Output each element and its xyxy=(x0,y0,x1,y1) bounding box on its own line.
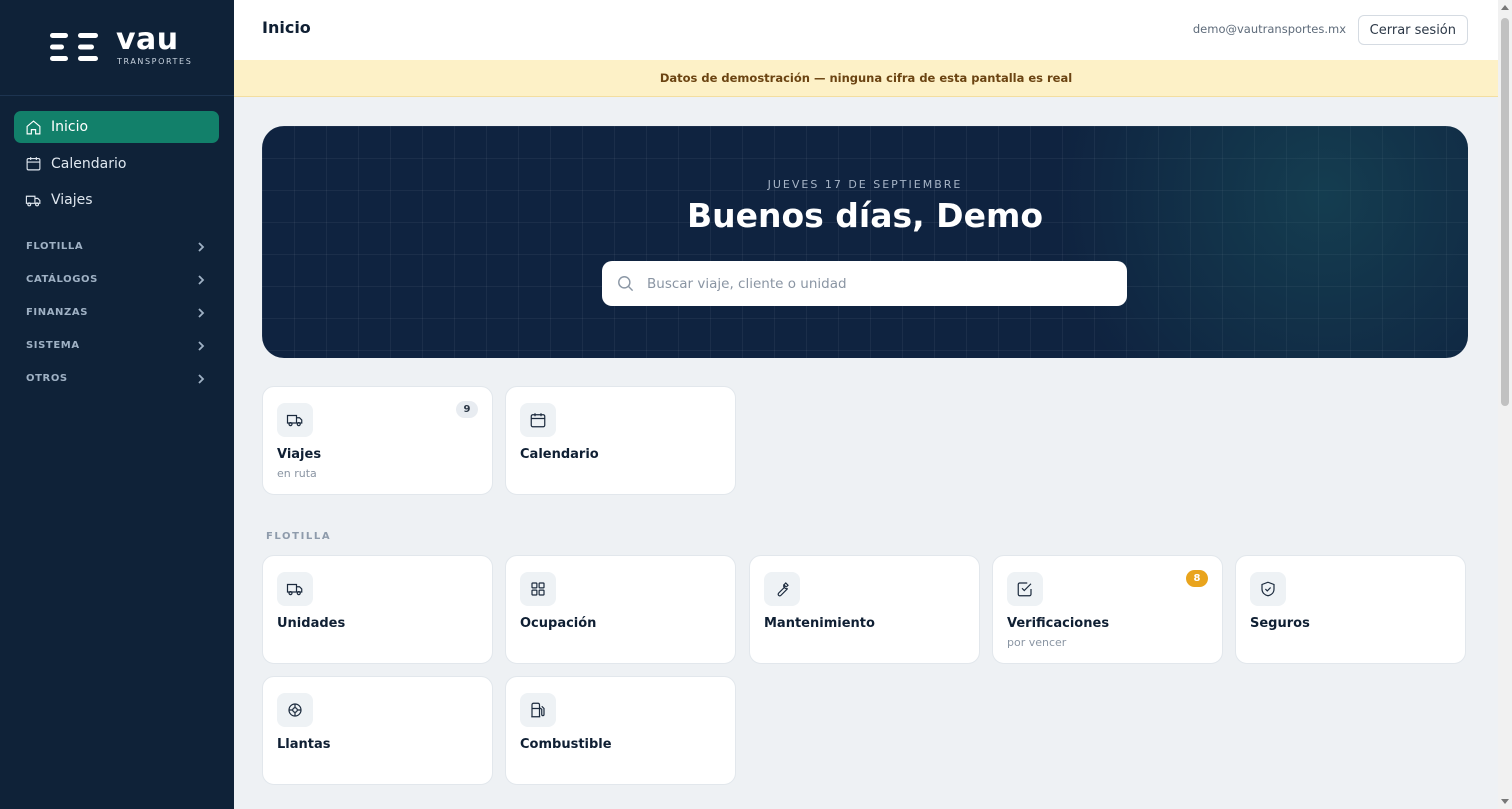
card-icon-wrap xyxy=(277,403,313,437)
sidebar-item-calendario[interactable]: Calendario xyxy=(14,148,219,180)
search-input[interactable] xyxy=(647,275,1087,292)
demo-banner: Datos de demostración — ninguna cifra de… xyxy=(234,60,1498,97)
chevron-right-icon xyxy=(198,241,205,252)
grid-icon xyxy=(531,582,545,596)
sidebar-nav: Inicio Calendario Viajes xyxy=(14,111,219,221)
wrench-icon xyxy=(777,582,789,597)
card-title: Mantenimiento xyxy=(764,616,875,631)
card-icon-wrap xyxy=(520,403,556,437)
hero-greeting: Buenos días, Demo xyxy=(686,196,1044,235)
tire-icon xyxy=(288,703,302,717)
card-subtitle: por vencer xyxy=(1007,636,1067,649)
search-icon xyxy=(618,276,634,292)
chevron-right-icon xyxy=(198,340,205,351)
top-header: Inicio demo@vautransportes.mx Cerrar ses… xyxy=(234,0,1498,60)
card-title: Verificaciones xyxy=(1007,616,1110,631)
sidebar: vau TRANSPORTES Inicio Calendario Viajes… xyxy=(0,0,234,809)
home-icon xyxy=(26,119,41,134)
sidebar-group-label: CATÁLOGOS xyxy=(26,274,98,285)
chevron-right-icon xyxy=(198,373,205,384)
logo[interactable]: vau TRANSPORTES xyxy=(0,0,234,96)
page-scrollbar[interactable] xyxy=(1498,0,1512,809)
shield-icon xyxy=(1261,581,1275,597)
scrollbar-thumb[interactable] xyxy=(1501,18,1509,406)
sidebar-item-viajes[interactable]: Viajes xyxy=(14,184,219,216)
chevron-right-icon xyxy=(198,307,205,318)
card-icon-wrap xyxy=(520,693,556,727)
sidebar-group-finanzas[interactable]: FINANZAS xyxy=(0,296,234,329)
card-icon-wrap xyxy=(1007,572,1043,606)
calendar-icon xyxy=(530,413,546,428)
card-icon-wrap xyxy=(277,693,313,727)
brand-name: vau xyxy=(116,22,179,57)
card-icon-wrap xyxy=(1250,572,1286,606)
card-title: Combustible xyxy=(520,737,612,752)
card-title: Llantas xyxy=(277,737,331,752)
card-calendario[interactable]: Calendario xyxy=(505,386,736,495)
truck-icon xyxy=(286,583,303,596)
sidebar-group-label: OTROS xyxy=(26,373,68,384)
hero-date: JUEVES 17 DE SEPTIEMBRE xyxy=(767,178,963,191)
card-icon-wrap xyxy=(277,572,313,606)
demo-banner-text: Datos de demostración — ninguna cifra de… xyxy=(659,71,1073,85)
card-icon-wrap xyxy=(764,572,800,606)
calendar-icon xyxy=(26,157,41,171)
sidebar-item-label: Viajes xyxy=(51,192,93,208)
fuel-icon xyxy=(531,702,545,718)
sidebar-group-catalogos[interactable]: CATÁLOGOS xyxy=(0,263,234,296)
card-verificaciones[interactable]: 8 Verificaciones por vencer xyxy=(992,555,1223,664)
chevron-right-icon xyxy=(198,274,205,285)
card-icon-wrap xyxy=(520,572,556,606)
card-title: Viajes xyxy=(277,447,322,462)
sidebar-group-label: FINANZAS xyxy=(26,307,89,318)
card-title: Seguros xyxy=(1250,616,1310,631)
sidebar-group-label: FLOTILLA xyxy=(26,241,84,252)
card-llantas[interactable]: Llantas xyxy=(262,676,493,785)
scroll-up-arrow-icon[interactable] xyxy=(1501,5,1509,10)
sidebar-item-inicio[interactable]: Inicio xyxy=(14,111,219,143)
search-box[interactable] xyxy=(602,261,1127,306)
sidebar-group-label: SISTEMA xyxy=(26,340,80,351)
card-mantenimiento[interactable]: Mantenimiento xyxy=(749,555,980,664)
truck-icon xyxy=(25,195,41,206)
sidebar-groups: FLOTILLA CATÁLOGOS FINANZAS SISTEMA OTRO… xyxy=(0,230,234,395)
sidebar-group-flotilla[interactable]: FLOTILLA xyxy=(0,230,234,263)
card-title: Ocupación xyxy=(520,616,597,631)
card-title: Calendario xyxy=(520,447,599,462)
card-combustible[interactable]: Combustible xyxy=(505,676,736,785)
card-title: Unidades xyxy=(277,616,346,631)
scroll-down-arrow-icon[interactable] xyxy=(1501,799,1509,804)
sidebar-group-otros[interactable]: OTROS xyxy=(0,362,234,395)
card-subtitle: en ruta xyxy=(277,467,317,480)
count-badge: 9 xyxy=(456,401,478,418)
logo-mark-icon xyxy=(50,33,98,61)
sidebar-item-label: Calendario xyxy=(51,155,127,172)
truck-icon xyxy=(286,414,303,427)
card-unidades[interactable]: Unidades xyxy=(262,555,493,664)
count-badge: 8 xyxy=(1186,570,1208,587)
section-label-flotilla: FLOTILLA xyxy=(266,531,332,542)
sidebar-item-label: Inicio xyxy=(51,119,89,135)
user-email: demo@vautransportes.mx xyxy=(1192,22,1346,36)
hero-panel: JUEVES 17 DE SEPTIEMBRE Buenos días, Dem… xyxy=(262,126,1468,358)
sidebar-group-sistema[interactable]: SISTEMA xyxy=(0,329,234,362)
card-ocupacion[interactable]: Ocupación xyxy=(505,555,736,664)
page-title: Inicio xyxy=(262,18,311,37)
logout-button[interactable]: Cerrar sesión xyxy=(1357,15,1468,45)
card-seguros[interactable]: Seguros xyxy=(1235,555,1466,664)
card-viajes[interactable]: 9 Viajes en ruta xyxy=(262,386,493,495)
brand-subtitle: TRANSPORTES xyxy=(117,57,193,66)
check-square-icon xyxy=(1017,582,1032,597)
